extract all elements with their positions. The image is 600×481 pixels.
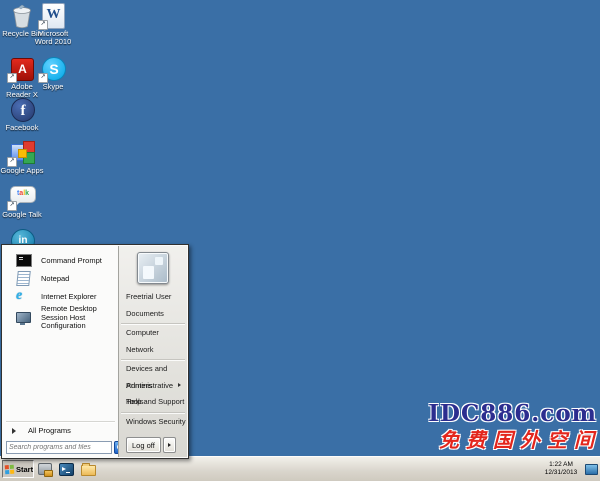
menu-item-documents[interactable]: Documents <box>119 306 187 323</box>
powershell-icon <box>59 463 74 476</box>
quicklaunch-powershell[interactable] <box>59 462 73 476</box>
right-arrow-icon <box>12 428 19 434</box>
divider <box>121 359 185 360</box>
desktop: Recycle Bin W ↗ Microsoft Word 2010 A ↗ … <box>0 0 600 481</box>
desktop-icon-label: Google Apps <box>0 167 44 175</box>
watermark: IDC886.com 免费国外空间 <box>428 402 597 452</box>
google-talk-icon: talk ↗ <box>9 184 35 210</box>
watermark-line2: 免费国外空间 <box>428 428 600 452</box>
menu-item-help-and-support[interactable]: Help and Support <box>119 394 187 411</box>
divider <box>121 412 185 413</box>
shortcut-arrow-icon: ↗ <box>7 157 17 167</box>
shortcut-arrow-icon: ↗ <box>7 201 17 211</box>
quicklaunch-server-manager[interactable] <box>38 462 52 476</box>
start-button[interactable]: Start <box>2 460 34 478</box>
menu-item-administrative-tools[interactable]: Administrative Tools <box>119 378 187 395</box>
submenu-arrow-icon <box>178 383 183 387</box>
menu-item-notepad[interactable]: Notepad <box>3 269 118 287</box>
windows-flag-icon <box>5 464 15 474</box>
shortcut-arrow-icon: ↗ <box>38 20 48 30</box>
search-row <box>6 441 127 454</box>
user-avatar[interactable] <box>137 252 169 284</box>
watermark-line1: IDC886.com <box>428 402 597 426</box>
google-apps-icon: ↗ <box>9 140 35 166</box>
taskbar: Start 1:22 AM 12/31/2013 <box>0 456 600 481</box>
desktop-icon-label: Google Talk <box>0 211 44 219</box>
menu-item-rdsh-configuration[interactable]: Remote Desktop Session Host Configuratio… <box>3 305 118 331</box>
desktop-icon-facebook[interactable]: f Facebook <box>0 97 44 132</box>
word-icon: W ↗ <box>40 3 66 29</box>
divider <box>6 421 115 422</box>
logoff-row: Log off <box>126 437 176 453</box>
desktop-icon-word[interactable]: W ↗ Microsoft Word 2010 <box>31 3 75 46</box>
start-menu-left-pane: Command Prompt Notepad e Internet Explor… <box>3 246 118 457</box>
log-off-options-button[interactable] <box>163 437 176 453</box>
clock-time: 1:22 AM <box>537 461 585 469</box>
divider <box>121 323 185 324</box>
log-off-button[interactable]: Log off <box>126 437 161 453</box>
menu-item-network[interactable]: Network <box>119 342 187 359</box>
tray-display-icon[interactable] <box>585 464 598 475</box>
taskbar-clock[interactable]: 1:22 AM 12/31/2013 <box>537 461 585 477</box>
remote-desktop-icon <box>16 311 31 326</box>
facebook-icon: f <box>9 97 35 123</box>
shortcut-arrow-icon: ↗ <box>7 73 17 83</box>
folder-icon <box>81 465 96 476</box>
skype-icon: S ↗ <box>40 56 66 82</box>
clock-date: 12/31/2013 <box>537 469 585 477</box>
desktop-icon-google-apps[interactable]: ↗ Google Apps <box>0 140 44 175</box>
menu-item-internet-explorer[interactable]: e Internet Explorer <box>3 287 118 305</box>
search-input[interactable] <box>6 441 112 454</box>
start-menu-right-pane: Freetrial User Documents Computer Networ… <box>118 246 187 457</box>
server-manager-icon <box>38 463 52 475</box>
start-menu: Command Prompt Notepad e Internet Explor… <box>1 244 189 459</box>
quicklaunch-windows-explorer[interactable] <box>81 462 95 476</box>
command-prompt-icon <box>16 253 31 268</box>
notepad-icon <box>16 271 31 286</box>
menu-item-devices-and-printers[interactable]: Devices and Printers <box>119 361 187 378</box>
desktop-icon-label: Skype <box>31 83 75 91</box>
right-arrow-icon <box>168 443 173 447</box>
all-programs[interactable]: All Programs <box>3 423 118 438</box>
menu-item-user-name[interactable]: Freetrial User <box>119 289 187 306</box>
desktop-icon-google-talk[interactable]: talk ↗ Google Talk <box>0 184 44 219</box>
desktop-icon-label: Microsoft Word 2010 <box>31 30 75 46</box>
internet-explorer-icon: e <box>16 289 31 304</box>
menu-item-computer[interactable]: Computer <box>119 325 187 342</box>
menu-item-windows-security[interactable]: Windows Security <box>119 414 187 431</box>
shortcut-arrow-icon: ↗ <box>38 73 48 83</box>
desktop-icon-label: Facebook <box>0 124 44 132</box>
menu-item-command-prompt[interactable]: Command Prompt <box>3 251 118 269</box>
desktop-icon-skype[interactable]: S ↗ Skype <box>31 56 75 91</box>
